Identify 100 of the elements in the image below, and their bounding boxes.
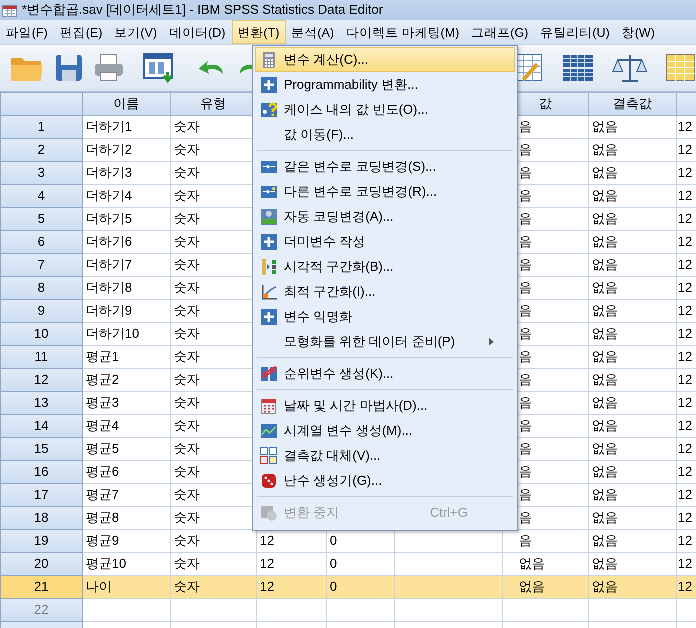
table-cell: 더하기1 [82, 116, 170, 138]
row-header[interactable]: 19 [0, 530, 82, 552]
stop-icon [260, 504, 278, 522]
row-header[interactable]: 18 [0, 506, 82, 530]
table-cell: 없음 [588, 208, 676, 230]
dice-icon [260, 472, 278, 490]
table-cell: 없음 [588, 346, 676, 368]
table-cell: 평균3 [82, 392, 170, 414]
table-cell: 없음 [588, 322, 676, 346]
table-cell: 없음 [588, 368, 676, 392]
table-cell: 없음 [588, 530, 676, 552]
row-header[interactable]: 10 [0, 322, 82, 346]
table-cell: 평균4 [82, 414, 170, 438]
row-header[interactable]: 3 [0, 162, 82, 184]
table-cell: 더하기6 [82, 230, 170, 254]
table-cell: 나이 [82, 576, 170, 598]
plus-icon [260, 76, 278, 94]
plus-icon [260, 308, 278, 326]
plus-icon [260, 232, 278, 250]
table-cell: 더하기5 [82, 208, 170, 230]
row-header[interactable]: 16 [0, 460, 82, 484]
table-cell: 없음 [588, 300, 676, 322]
table-cell: 없음 [588, 438, 676, 460]
column-header[interactable]: 결측값 [588, 92, 676, 116]
calendar-icon [260, 396, 278, 414]
table-cell: 없음 [588, 392, 676, 414]
menu-item[interactable]: 유틸리티(U) [534, 20, 616, 44]
menu-item[interactable]: 창(W) [616, 20, 662, 44]
table-cell: 더하기9 [82, 300, 170, 322]
table-cell: 평균8 [82, 506, 170, 530]
row-header[interactable]: 15 [0, 438, 82, 460]
printer-icon[interactable] [93, 53, 125, 83]
submenu-arrow-icon [489, 338, 494, 346]
table-cell: 없음 [588, 162, 676, 184]
table-cell: 평균5 [82, 438, 170, 460]
table-cell: 0 [326, 576, 394, 598]
row-header[interactable]: 14 [0, 414, 82, 438]
calculator-icon [260, 50, 278, 68]
table-cell: 없음 [588, 276, 676, 300]
table-cell: 더하기8 [82, 276, 170, 300]
row-header[interactable]: 2 [0, 138, 82, 162]
row-header[interactable]: 13 [0, 392, 82, 414]
table-cell: 없음 [588, 254, 676, 276]
menu-item[interactable]: 편집(E) [54, 20, 109, 44]
table-cell: 평균7 [82, 484, 170, 506]
window-title: *변수합곱.sav [데이터세트1] - IBM SPSS Statistics Data Editor [22, 1, 384, 20]
menu-item[interactable]: 보기(V) [108, 20, 164, 44]
menu-item[interactable]: 다이렉트 마케팅(M) [340, 20, 466, 44]
table-cell: 없음 [588, 184, 676, 208]
table-cell: 없음 [588, 230, 676, 254]
table-cell: 평균2 [82, 368, 170, 392]
row-header[interactable]: 5 [0, 208, 82, 230]
row-header[interactable]: 20 [0, 552, 82, 576]
table-cell: 더하기7 [82, 254, 170, 276]
table-cell: 없음 [588, 484, 676, 506]
row-header[interactable]: 9 [0, 300, 82, 322]
row-header[interactable]: 21 [0, 576, 82, 598]
row-header[interactable]: 11 [0, 346, 82, 368]
table-cell: 더하기2 [82, 138, 170, 162]
table-cell: 없음 [588, 576, 676, 598]
table-cell: 없음 [588, 506, 676, 530]
binning-icon [260, 258, 278, 276]
row-header[interactable]: 12 [0, 368, 82, 392]
row-header[interactable]: 8 [0, 276, 82, 300]
table-cell: 평균6 [82, 460, 170, 484]
row-header[interactable]: 6 [0, 230, 82, 254]
row-header[interactable]: 22 [0, 598, 82, 622]
line-chart-icon [260, 282, 278, 300]
grid-icon [260, 446, 278, 464]
row-header[interactable]: 17 [0, 484, 82, 506]
menu-item[interactable]: 변환(T) [232, 20, 286, 44]
table-cell: 더하기4 [82, 184, 170, 208]
table-icon[interactable] [562, 53, 594, 83]
row-header[interactable]: 7 [0, 254, 82, 276]
table-cell: 없음 [588, 414, 676, 438]
grid-icon[interactable] [666, 53, 696, 83]
menu-item[interactable]: 변수 계산(C)... [255, 47, 515, 72]
table-cell: 12 [256, 576, 326, 598]
table-cell: 더하기3 [82, 162, 170, 184]
row-header[interactable]: 1 [0, 116, 82, 138]
table-cell: 없음 [502, 576, 588, 598]
shortcut-text: Ctrl+G [430, 504, 468, 522]
menu-item[interactable]: 그래프(G) [466, 20, 535, 44]
menu-item[interactable]: 데이터(D) [163, 20, 232, 44]
table-cell: 숫자 [170, 576, 256, 598]
bars-icon [260, 364, 278, 382]
column-header[interactable]: 이름 [82, 92, 170, 116]
table-cell: 12 [676, 576, 696, 598]
question-icon [260, 100, 278, 118]
menu-item[interactable]: 파일(F) [0, 20, 54, 44]
table-cell: 없음 [588, 138, 676, 162]
line-chart-icon [260, 422, 278, 440]
table-cell: 평균1 [82, 346, 170, 368]
menu-item[interactable]: 분석(A) [286, 20, 340, 44]
row-header[interactable]: 4 [0, 184, 82, 208]
table-cell: 더하기10 [82, 322, 170, 346]
table-cell: 없음 [588, 116, 676, 138]
table-cell: 없음 [588, 460, 676, 484]
table-cell: 평균9 [82, 530, 170, 552]
scales-icon[interactable] [612, 52, 648, 84]
